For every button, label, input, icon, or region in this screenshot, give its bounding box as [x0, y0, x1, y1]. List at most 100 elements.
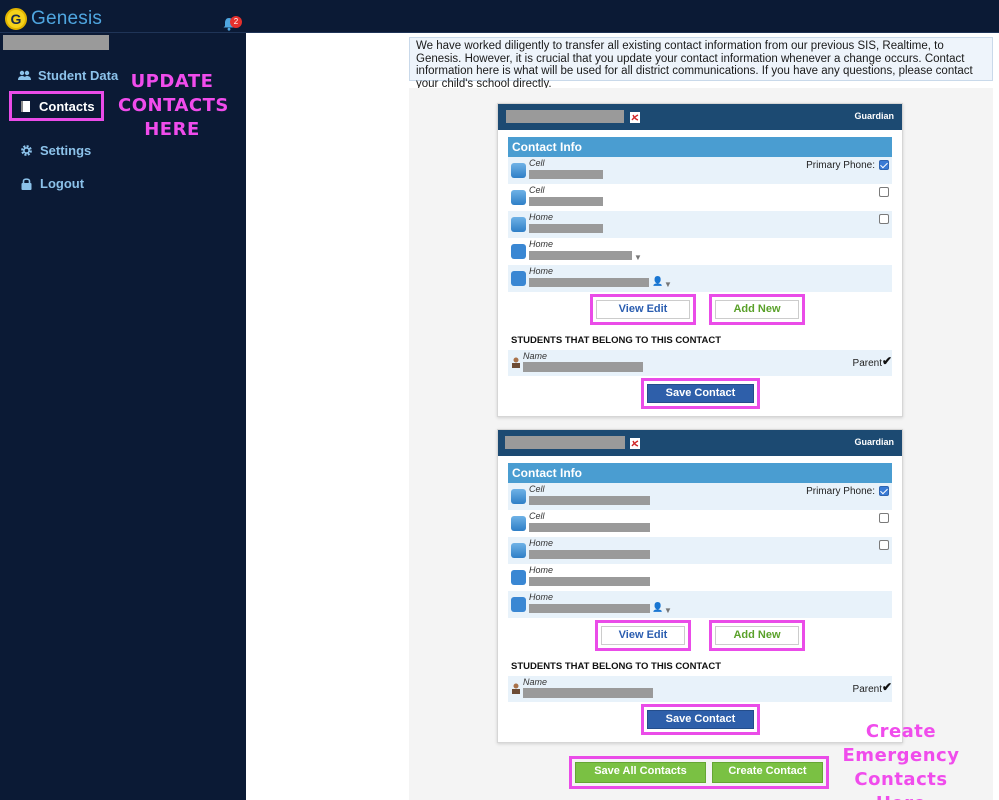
phone-icon	[511, 163, 526, 178]
primary-phone-checkbox[interactable]	[879, 187, 889, 197]
student-relation: Parent	[852, 684, 882, 695]
add-new-highlight: Add New	[709, 294, 805, 325]
annotation-update-contacts: UPDATE CONTACTS HERE	[118, 71, 229, 140]
sidebar-item-label: Settings	[40, 143, 92, 158]
primary-phone-checkbox[interactable]	[879, 540, 889, 550]
logo-text: Genesis	[31, 8, 103, 29]
pdf-icon[interactable]	[630, 438, 640, 449]
row-value-redacted	[529, 278, 649, 287]
sidebar-item-student-data[interactable]: Student Data	[17, 68, 118, 83]
add-new-button[interactable]: Add New	[715, 626, 799, 645]
primary-phone-checkbox[interactable]	[879, 486, 889, 496]
person-icon: 👤	[652, 276, 664, 286]
person-icon: 👤	[652, 602, 664, 612]
genesis-logo-icon: G	[5, 8, 27, 30]
save-contact-button[interactable]: Save Contact	[647, 384, 754, 403]
row-value-redacted	[529, 224, 603, 233]
contact-row: Cell	[508, 184, 892, 211]
contact-row: Home 👤 ▼	[508, 265, 892, 292]
genesis-logo[interactable]: G Genesis	[5, 8, 102, 30]
row-type-label: Home	[529, 266, 554, 276]
phone-icon	[511, 543, 526, 558]
gear-icon	[19, 144, 33, 158]
row-value-redacted	[529, 523, 650, 532]
contact-card: Guardian Contact Info Cell Primary Phone…	[497, 103, 903, 417]
view-edit-highlight: View Edit	[595, 620, 691, 651]
mail-icon	[511, 271, 526, 286]
save-contact-button[interactable]: Save Contact	[647, 710, 754, 729]
student-icon	[512, 357, 520, 368]
row-value-redacted	[529, 604, 650, 613]
create-contact-button[interactable]: Create Contact	[711, 762, 823, 783]
top-bar: G Genesis 2	[0, 0, 999, 33]
contact-row: Cell Primary Phone:	[508, 157, 892, 184]
annotation-create-emergency: Create Emergency Contacts Here	[842, 721, 960, 800]
save-all-contacts-button[interactable]: Save All Contacts	[575, 762, 706, 783]
contact-row: Home	[508, 211, 892, 238]
row-type-label: Home	[529, 538, 554, 548]
view-edit-highlight: View Edit	[590, 294, 696, 325]
section-title: Contact Info	[508, 463, 892, 483]
view-edit-button[interactable]: View Edit	[601, 626, 685, 645]
sidebar-item-settings[interactable]: Settings	[19, 143, 91, 158]
check-icon: ✔	[881, 354, 892, 368]
row-value-redacted	[529, 251, 632, 260]
contact-role: Guardian	[854, 437, 894, 447]
save-contact-highlight: Save Contact	[641, 704, 760, 735]
sidebar-item-contacts[interactable]: Contacts	[9, 91, 104, 121]
card-header: Guardian	[498, 104, 902, 130]
section-title: Contact Info	[508, 137, 892, 157]
row-type-label: Cell	[529, 484, 545, 494]
row-type-label: Cell	[529, 158, 545, 168]
row-value-redacted	[529, 550, 650, 559]
row-type-label: Home	[529, 212, 554, 222]
row-type-label: Home	[529, 592, 554, 602]
chevron-down-icon[interactable]: ▼	[664, 606, 672, 615]
row-type-label: Cell	[529, 185, 545, 195]
contact-name-redacted	[506, 110, 624, 123]
row-value-redacted	[529, 170, 603, 179]
contact-row: Home	[508, 537, 892, 564]
student-row: Name Parent ✔	[508, 350, 892, 376]
view-edit-button[interactable]: View Edit	[596, 300, 690, 319]
contact-row: Home ▼	[508, 238, 892, 265]
contact-row: Home 👤 ▼	[508, 591, 892, 618]
mail-icon	[511, 597, 526, 612]
contact-row: Cell Primary Phone:	[508, 483, 892, 510]
sidebar: Student Data Contacts Settings Logout	[0, 33, 246, 800]
contact-name-redacted	[505, 436, 625, 449]
add-new-highlight: Add New	[709, 620, 805, 651]
primary-phone-checkbox[interactable]	[879, 513, 889, 523]
users-icon	[17, 69, 31, 83]
card-header: Guardian	[498, 430, 902, 456]
row-type-label: Home	[529, 565, 554, 575]
pdf-icon[interactable]	[630, 112, 640, 123]
contact-card: Guardian Contact Info Cell Primary Phone…	[497, 429, 903, 743]
chevron-down-icon[interactable]: ▼	[634, 253, 642, 262]
students-heading: STUDENTS THAT BELONG TO THIS CONTACT	[511, 661, 722, 672]
phone-icon	[511, 516, 526, 531]
add-new-button[interactable]: Add New	[715, 300, 799, 319]
sidebar-item-label: Contacts	[39, 98, 95, 114]
address-book-icon	[18, 99, 32, 113]
mail-icon	[511, 570, 526, 585]
notification-badge: 2	[230, 16, 242, 28]
primary-phone-checkbox[interactable]	[879, 160, 889, 170]
primary-phone-checkbox[interactable]	[879, 214, 889, 224]
phone-icon	[511, 217, 526, 232]
save-contact-highlight: Save Contact	[641, 378, 760, 409]
student-name-redacted	[523, 688, 653, 698]
primary-phone-label: Primary Phone:	[806, 486, 875, 497]
info-banner: We have worked diligently to transfer al…	[409, 37, 993, 90]
mail-icon	[511, 244, 526, 259]
footer-highlight: Save All Contacts Create Contact	[569, 756, 829, 789]
check-icon: ✔	[881, 680, 892, 694]
student-name-label: Name	[523, 351, 548, 361]
row-value-redacted	[529, 197, 603, 206]
student-icon	[512, 683, 520, 694]
primary-phone-label: Primary Phone:	[806, 160, 875, 171]
chevron-down-icon[interactable]: ▼	[664, 280, 672, 289]
contact-row: Cell	[508, 510, 892, 537]
sidebar-item-logout[interactable]: Logout	[19, 176, 84, 191]
student-row: Name Parent ✔	[508, 676, 892, 702]
